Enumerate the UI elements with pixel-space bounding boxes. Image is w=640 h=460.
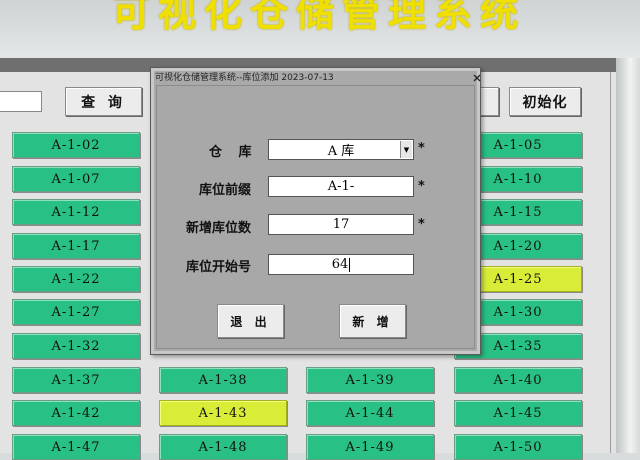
prefix-label: 库位前缀 <box>199 183 252 198</box>
required-mark: * <box>418 141 425 156</box>
location-cell[interactable]: A-1-38 <box>159 367 287 393</box>
initialize-button[interactable]: 初始化 <box>509 87 581 116</box>
location-cell[interactable]: A-1-40 <box>454 367 582 393</box>
location-cell[interactable]: A-1-50 <box>454 434 582 460</box>
prefix-field[interactable]: A-1- <box>268 176 414 197</box>
location-cell[interactable]: A-1-12 <box>12 199 140 225</box>
location-cell[interactable]: A-1-27 <box>12 299 140 325</box>
add-button[interactable]: 新 增 <box>339 304 406 338</box>
chevron-down-icon[interactable]: ▼ <box>400 141 412 158</box>
right-decoration <box>616 58 640 453</box>
location-cell[interactable]: A-1-02 <box>12 132 140 158</box>
location-cell[interactable]: A-1-39 <box>306 367 434 393</box>
location-cell[interactable]: A-1-49 <box>306 434 434 460</box>
required-mark: * <box>418 179 425 194</box>
search-input[interactable] <box>0 91 42 112</box>
start-number-field[interactable]: 64 <box>268 254 414 275</box>
prefix-value: A-1- <box>327 179 355 194</box>
location-cell[interactable]: A-1-32 <box>12 333 140 359</box>
location-cell[interactable]: A-1-43 <box>159 400 287 426</box>
count-field[interactable]: 17 <box>268 214 414 235</box>
location-cell[interactable]: A-1-45 <box>454 400 582 426</box>
close-icon[interactable] <box>473 74 481 82</box>
location-cell[interactable]: A-1-42 <box>12 400 140 426</box>
warehouse-label: 仓 库 <box>209 145 258 160</box>
location-cell[interactable]: A-1-07 <box>12 166 140 192</box>
location-cell[interactable]: A-1-37 <box>12 367 140 393</box>
warehouse-select[interactable]: A 库 ▼ <box>268 139 414 160</box>
exit-button[interactable]: 退 出 <box>217 304 284 338</box>
start-label: 库位开始号 <box>186 260 252 275</box>
location-cell[interactable]: A-1-48 <box>159 434 287 460</box>
start-value: 64 <box>331 257 349 272</box>
banner-title: 可视化仓储管理系统 <box>112 0 527 35</box>
dialog-title: 可视化仓储管理系统--库位添加 2023-07-13 <box>155 73 334 83</box>
add-location-dialog: 可视化仓储管理系统--库位添加 2023-07-13 仓 库 A 库 ▼ * 库… <box>150 67 481 355</box>
location-cell[interactable]: A-1-22 <box>12 266 140 292</box>
dialog-body: 仓 库 A 库 ▼ * 库位前缀 A-1- * 新增库位数 17 * 库位开始号… <box>156 85 475 349</box>
text-caret <box>349 257 351 272</box>
count-value: 17 <box>332 217 350 232</box>
location-cell[interactable]: A-1-44 <box>306 400 434 426</box>
warehouse-value: A 库 <box>327 144 355 159</box>
location-cell[interactable]: A-1-47 <box>12 434 140 460</box>
banner: 可视化仓储管理系统 <box>0 0 640 58</box>
divider-line <box>610 72 611 453</box>
location-cell[interactable]: A-1-17 <box>12 233 140 259</box>
required-mark: * <box>418 217 425 232</box>
count-label: 新增库位数 <box>186 221 252 236</box>
query-button[interactable]: 查 询 <box>65 87 142 116</box>
